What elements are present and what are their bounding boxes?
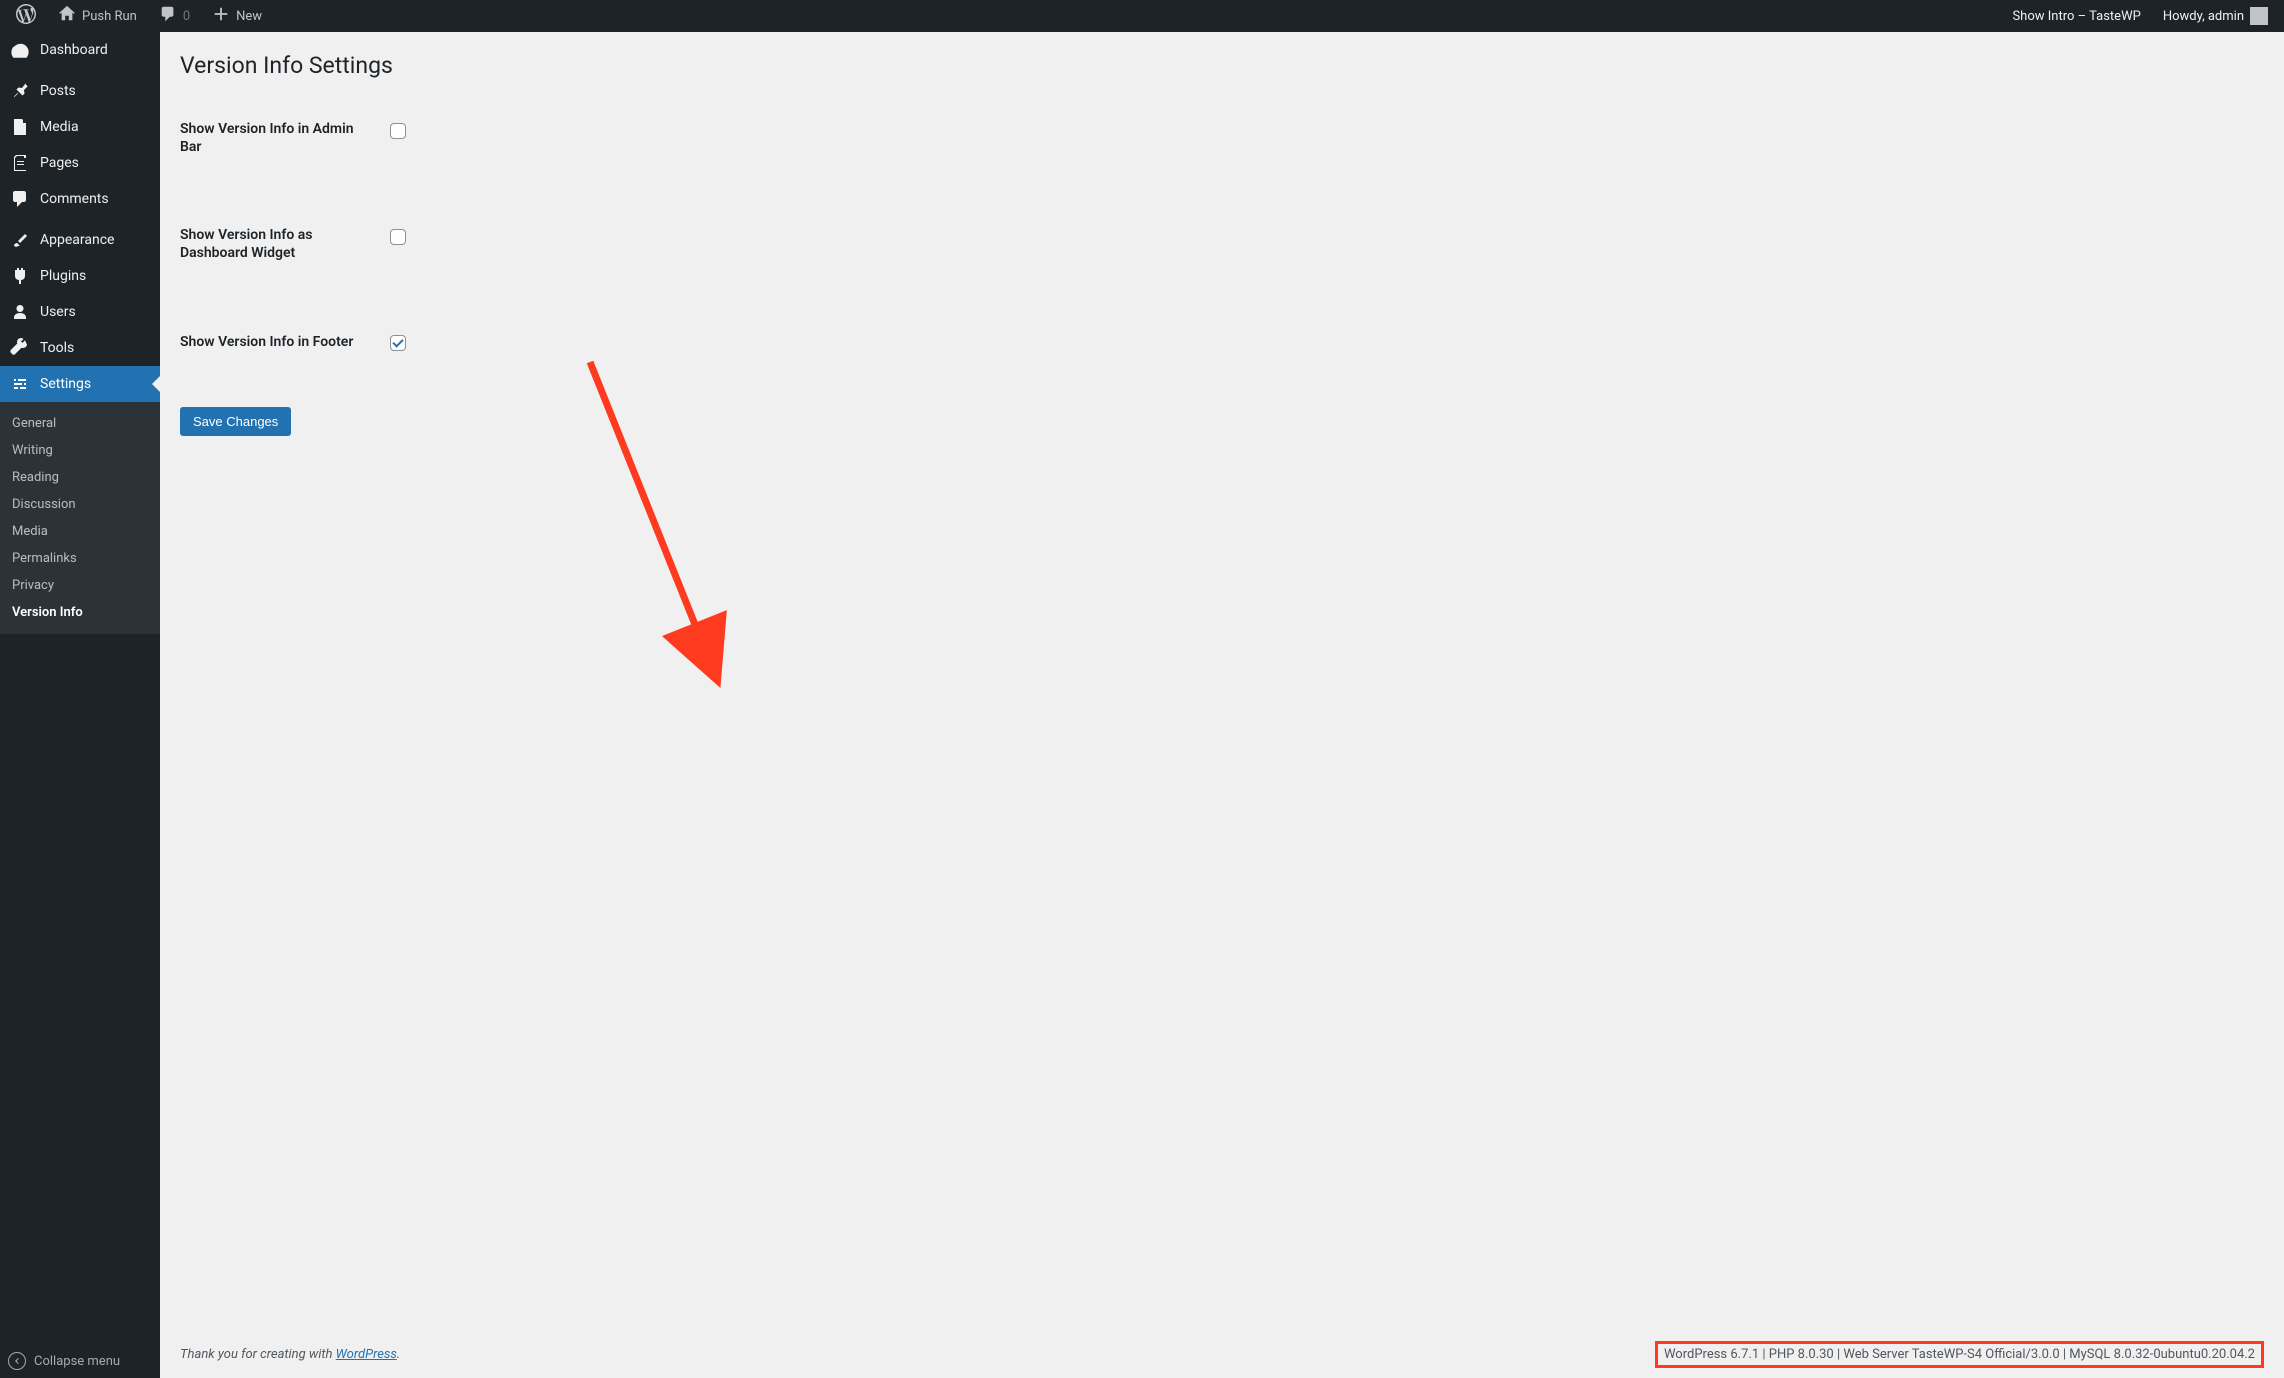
- sidebar-item-dashboard[interactable]: Dashboard: [0, 32, 160, 68]
- wordpress-logo-icon: [16, 4, 36, 28]
- sidebar-item-label: Dashboard: [40, 42, 108, 58]
- field-input-admin-bar: [380, 105, 416, 154]
- field-input-dashboard-widget: [380, 211, 416, 260]
- submenu-item-writing[interactable]: Writing: [0, 437, 160, 464]
- checkbox-footer[interactable]: [390, 335, 406, 351]
- dashboard-icon: [10, 40, 30, 60]
- form-submit-row: Save Changes: [180, 407, 2264, 436]
- sliders-icon: [10, 374, 30, 394]
- my-account-menu[interactable]: Howdy, admin: [2155, 0, 2276, 32]
- comment-icon: [159, 5, 177, 27]
- pin-icon: [10, 81, 30, 101]
- sidebar-item-users[interactable]: Users: [0, 294, 160, 330]
- admin-footer: Thank you for creating with WordPress. W…: [160, 1331, 2284, 1378]
- settings-submenu: General Writing Reading Discussion Media…: [0, 402, 160, 634]
- submenu-item-discussion[interactable]: Discussion: [0, 491, 160, 518]
- checkbox-dashboard-widget[interactable]: [390, 229, 406, 245]
- settings-form: Show Version Info in Admin Bar Show Vers…: [180, 105, 2264, 436]
- collapse-label: Collapse menu: [34, 1354, 120, 1369]
- sidebar-item-label: Pages: [40, 155, 79, 171]
- form-row-footer: Show Version Info in Footer: [180, 318, 2264, 367]
- submenu-item-media[interactable]: Media: [0, 518, 160, 545]
- wrench-icon: [10, 338, 30, 358]
- footer-prefix: Thank you for creating with: [180, 1347, 336, 1362]
- sidebar-item-posts[interactable]: Posts: [0, 73, 160, 109]
- sidebar-item-plugins[interactable]: Plugins: [0, 258, 160, 294]
- comments-count: 0: [183, 9, 190, 24]
- media-icon: [10, 117, 30, 137]
- submenu-item-version-info[interactable]: Version Info: [0, 599, 160, 626]
- sidebar-item-pages[interactable]: Pages: [0, 145, 160, 181]
- footer-suffix: .: [397, 1347, 400, 1362]
- site-name-menu[interactable]: Push Run: [50, 0, 145, 32]
- form-row-admin-bar: Show Version Info in Admin Bar: [180, 105, 2264, 171]
- content-inner: Version Info Settings Show Version Info …: [160, 32, 2284, 1331]
- sidebar-item-label: Tools: [40, 340, 74, 356]
- page-title: Version Info Settings: [180, 42, 2264, 85]
- sidebar-item-media[interactable]: Media: [0, 109, 160, 145]
- content-area: Version Info Settings Show Version Info …: [160, 32, 2284, 1378]
- new-content-menu[interactable]: New: [204, 0, 270, 32]
- sidebar-item-label: Media: [40, 119, 79, 135]
- user-icon: [10, 302, 30, 322]
- collapse-menu-button[interactable]: Collapse menu: [0, 1344, 160, 1378]
- howdy-label: Howdy, admin: [2163, 9, 2244, 24]
- plug-icon: [10, 266, 30, 286]
- footer-thank-you: Thank you for creating with WordPress.: [180, 1347, 400, 1362]
- sidebar-item-label: Users: [40, 304, 76, 320]
- avatar-icon: [2250, 7, 2268, 25]
- wordpress-link[interactable]: WordPress: [336, 1347, 397, 1362]
- comments-icon: [10, 189, 30, 209]
- checkbox-admin-bar[interactable]: [390, 123, 406, 139]
- comments-menu[interactable]: 0: [151, 0, 198, 32]
- sidebar-item-label: Plugins: [40, 268, 86, 284]
- main-wrap: Dashboard Posts Media Pages Comments App…: [0, 32, 2284, 1378]
- new-label: New: [236, 9, 262, 24]
- sidebar-item-settings[interactable]: Settings: [0, 366, 160, 402]
- field-label-dashboard-widget: Show Version Info as Dashboard Widget: [180, 211, 380, 277]
- sidebar-item-comments[interactable]: Comments: [0, 181, 160, 217]
- admin-bar-left: Push Run 0 New: [8, 0, 270, 32]
- admin-sidebar: Dashboard Posts Media Pages Comments App…: [0, 32, 160, 1378]
- admin-bar-right: Show Intro – TasteWP Howdy, admin: [2004, 0, 2276, 32]
- footer-version-info: WordPress 6.7.1 | PHP 8.0.30 | Web Serve…: [1655, 1341, 2264, 1368]
- sidebar-item-tools[interactable]: Tools: [0, 330, 160, 366]
- submenu-item-reading[interactable]: Reading: [0, 464, 160, 491]
- sidebar-item-appearance[interactable]: Appearance: [0, 222, 160, 258]
- sidebar-item-label: Posts: [40, 83, 76, 99]
- submenu-item-general[interactable]: General: [0, 410, 160, 437]
- show-intro-link[interactable]: Show Intro – TasteWP: [2004, 0, 2148, 32]
- brush-icon: [10, 230, 30, 250]
- submenu-item-privacy[interactable]: Privacy: [0, 572, 160, 599]
- sidebar-item-label: Settings: [40, 376, 91, 392]
- sidebar-item-label: Comments: [40, 191, 109, 207]
- save-button[interactable]: Save Changes: [180, 407, 291, 436]
- field-input-footer: [380, 318, 416, 367]
- show-intro-label: Show Intro – TasteWP: [2012, 9, 2140, 24]
- home-icon: [58, 5, 76, 27]
- submenu-item-permalinks[interactable]: Permalinks: [0, 545, 160, 572]
- plus-icon: [212, 5, 230, 27]
- sidebar-item-label: Appearance: [40, 232, 114, 248]
- wp-logo-menu[interactable]: [8, 0, 44, 32]
- field-label-admin-bar: Show Version Info in Admin Bar: [180, 105, 380, 171]
- page-icon: [10, 153, 30, 173]
- admin-bar: Push Run 0 New Show Intro – TasteWP Howd…: [0, 0, 2284, 32]
- field-label-footer: Show Version Info in Footer: [180, 318, 380, 366]
- form-row-dashboard-widget: Show Version Info as Dashboard Widget: [180, 211, 2264, 277]
- collapse-icon: [8, 1352, 26, 1370]
- site-name-label: Push Run: [82, 9, 137, 24]
